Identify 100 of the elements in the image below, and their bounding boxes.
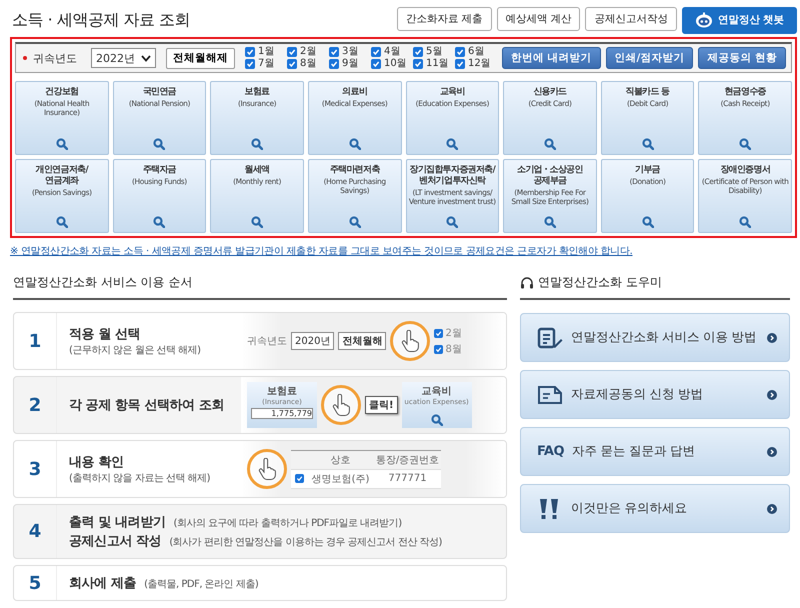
step-title: 공제신고서 작성	[69, 533, 162, 550]
step-number: 4	[14, 505, 57, 558]
step-number: 3	[14, 441, 57, 497]
category-name: 건강보험	[45, 87, 78, 98]
month-label: 1월	[258, 46, 274, 58]
search-icon	[642, 138, 654, 150]
step-title: 각 공제 항목 선택하여 조회	[69, 397, 226, 414]
mock-amount: 1,775,779	[251, 408, 313, 419]
month-label: 8월	[300, 58, 316, 70]
search-icon	[446, 216, 458, 228]
step-title: 출력 및 내려받기	[69, 514, 166, 531]
search-icon	[739, 138, 752, 150]
arrow-circle-icon	[767, 332, 777, 342]
checkbox[interactable]	[413, 59, 423, 69]
helper-link[interactable]: FAQ 자주 묻는 질문과 답변	[520, 427, 790, 476]
step-note: (근무하지 않은 월은 선택 해제)	[69, 344, 202, 357]
category-name: 신용카드	[533, 87, 567, 98]
checkbox[interactable]	[329, 59, 339, 69]
step-note: (출력물, PDF, 온라인 제출)	[144, 578, 258, 591]
step-note: (회사가 편리한 연말정산을 이용하는 경우 공제신고서 전산 작성)	[169, 536, 442, 549]
search-icon	[348, 216, 361, 228]
section-title: 연말정산간소화 서비스 이용 순서	[13, 274, 507, 300]
category-name: 장애인증명서	[720, 165, 770, 176]
category-name: 주택마련저축	[330, 165, 380, 176]
search-icon	[251, 216, 264, 228]
search-icon	[153, 138, 166, 150]
search-icon	[56, 216, 68, 228]
mock-cell-text: 777771	[387, 473, 428, 484]
action-button[interactable]: 인쇄/점자받기	[606, 47, 694, 69]
category-name: 직불카드 등	[626, 87, 670, 98]
month-label: 5월	[426, 46, 442, 58]
top-button[interactable]: 공제신고서작성	[585, 6, 677, 30]
step-title: 적용 월 선택	[69, 326, 142, 343]
page-title: 소득 · 세액공제 자료 조회	[12, 10, 190, 30]
category-name: 교육비	[440, 87, 465, 98]
category-name: 의료비	[342, 87, 368, 98]
checkbox[interactable]	[287, 59, 297, 69]
search-icon	[153, 216, 166, 228]
section-title: 연말정산간소화 도우미	[538, 274, 662, 291]
checkbox[interactable]	[329, 47, 339, 57]
category-name: 현금영수증	[724, 87, 766, 98]
mock-column-header: 통장/증권번호	[374, 454, 440, 466]
step-title: 내용 확인	[69, 454, 125, 471]
document-pen-icon	[537, 326, 563, 348]
mock-month-label: 8월	[445, 343, 462, 356]
month-label: 7월	[258, 58, 274, 70]
click-callout: 클릭!	[365, 396, 398, 414]
year-label: 귀속년도	[21, 50, 77, 66]
search-icon	[642, 216, 654, 228]
month-label: 12월	[468, 58, 491, 70]
category-name: 개인연금저축/ 연금계좌	[36, 165, 88, 187]
month-label: 11월	[426, 58, 449, 70]
month-label: 4월	[384, 46, 400, 58]
category-name: 장기집합투자증권저축/ 벤처기업투자신탁	[410, 165, 496, 187]
arrow-circle-icon	[767, 504, 777, 514]
document-icon	[537, 384, 563, 404]
top-button[interactable]: 예상세액 계산	[496, 6, 580, 30]
category-name: 주택자금	[142, 165, 176, 176]
chatbot-button[interactable]: 연말정산 챗봇	[682, 6, 797, 34]
month-label: 3월	[342, 46, 358, 58]
helper-link[interactable]: 이것만은 유의하세요	[520, 484, 790, 533]
step-title: 회사에 제출	[69, 575, 136, 592]
year-select[interactable]: 2022년	[91, 48, 156, 68]
checkbox[interactable]	[455, 47, 465, 57]
notice-text: ※ 연말정산간소화 자료는 소득 · 세액공제 증명서류 발급기관이 제출한 자료를 그대로 보여주는 것이므로 공제요건은 근로자가 확인해야 합니다.	[10, 245, 634, 258]
top-button[interactable]: 간소화자료 제출	[397, 6, 492, 30]
pointer-hand-icon	[258, 458, 276, 480]
step-note: (출력하지 않을 자료는 선택 해제)	[69, 472, 212, 485]
action-button[interactable]: 한번에 내려받기	[502, 47, 600, 69]
checkbox[interactable]	[287, 47, 297, 57]
action-button[interactable]: 제공동의 현황	[698, 47, 786, 69]
category-name: 보험료	[244, 87, 270, 98]
checkbox[interactable]	[371, 47, 381, 57]
category-name: 월세액	[244, 165, 270, 176]
category-name: 기부금	[635, 165, 660, 176]
toggle-months-button[interactable]: 전체월해제	[166, 48, 235, 68]
mock-tile-name: 보험료	[267, 385, 297, 398]
checkbox[interactable]	[371, 59, 381, 69]
step-number: 1	[14, 313, 57, 369]
checkbox[interactable]	[413, 47, 423, 57]
step-number: 5	[14, 566, 57, 600]
helper-link[interactable]: 자료제공동의 신청 방법	[520, 370, 790, 419]
robot-icon	[694, 12, 713, 28]
step-note: (회사의 요구에 따라 출력하거나 PDF파일로 내려받기)	[173, 517, 402, 530]
mock-label: 귀속년도	[247, 335, 287, 348]
checkbox[interactable]	[455, 59, 465, 69]
search-icon	[446, 138, 458, 150]
pointer-hand-icon	[401, 330, 420, 352]
checkbox[interactable]	[245, 47, 255, 57]
mock-cell-text: 생명보험(주)	[310, 472, 370, 486]
headset-icon	[520, 276, 534, 288]
search-icon	[430, 414, 443, 426]
search-icon	[251, 138, 264, 150]
search-icon	[56, 138, 68, 150]
category-name: 소기업 · 소상공인 공제부금	[517, 165, 583, 187]
month-label: 2월	[300, 46, 316, 58]
mock-tile-name: 교육비	[422, 385, 452, 398]
search-icon	[544, 216, 556, 228]
checkbox[interactable]	[245, 59, 255, 69]
helper-link[interactable]: 연말정산간소화 서비스 이용 방법	[520, 313, 790, 362]
